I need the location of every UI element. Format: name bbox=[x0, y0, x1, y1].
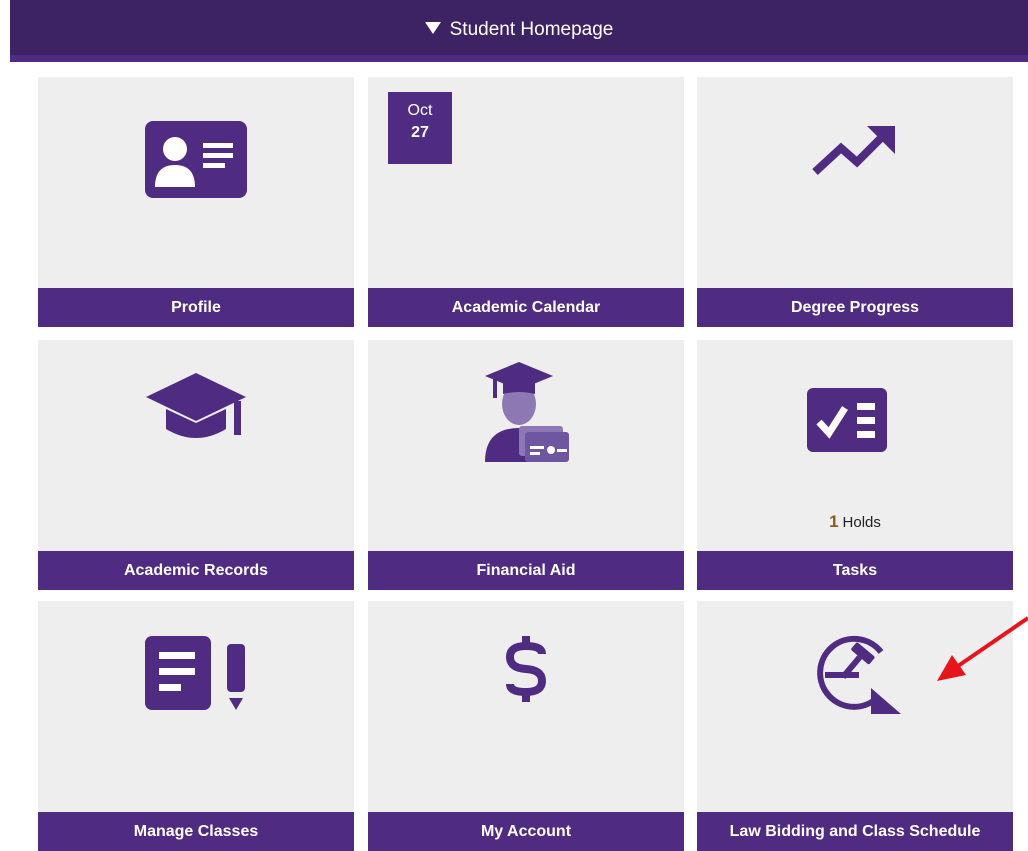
holds-text: Holds bbox=[842, 514, 881, 531]
tile-label: Degree Progress bbox=[697, 288, 1013, 327]
tile-label: Profile bbox=[38, 288, 354, 327]
graduate-with-cards-icon bbox=[485, 362, 569, 462]
calendar-day: 27 bbox=[411, 124, 429, 141]
tile-my-account[interactable]: My Account bbox=[368, 601, 684, 851]
dollar-sign-icon bbox=[505, 636, 547, 702]
tile-profile[interactable]: Profile bbox=[38, 77, 354, 327]
trend-up-arrow-icon bbox=[812, 126, 895, 175]
tile-label: Academic Calendar bbox=[368, 288, 684, 327]
tile-manage-classes[interactable]: Manage Classes bbox=[38, 601, 354, 851]
tile-label: My Account bbox=[368, 812, 684, 851]
calendar-icon: Oct 27 bbox=[388, 92, 452, 164]
holds-badge[interactable]: 1 Holds bbox=[697, 512, 1013, 532]
calendar-month: Oct bbox=[407, 102, 433, 119]
tile-degree-progress[interactable]: Degree Progress bbox=[697, 77, 1013, 327]
homepage-header: Student Homepage bbox=[10, 0, 1028, 62]
homepage-title: Student Homepage bbox=[449, 19, 614, 40]
document-pencil-icon bbox=[145, 636, 245, 710]
tile-label: Financial Aid bbox=[368, 551, 684, 590]
caret-down-icon bbox=[424, 22, 441, 34]
tile-label: Tasks bbox=[697, 551, 1013, 590]
tile-tasks[interactable]: 1 Holds Tasks bbox=[697, 340, 1013, 590]
gavel-cycle-icon bbox=[817, 635, 901, 714]
graduation-cap-icon bbox=[146, 373, 246, 438]
tile-law-bidding-class-schedule[interactable]: Law Bidding and Class Schedule bbox=[697, 601, 1013, 851]
tile-label: Law Bidding and Class Schedule bbox=[697, 812, 1013, 851]
tile-academic-calendar[interactable]: Oct 27 Academic Calendar bbox=[368, 77, 684, 327]
tile-financial-aid[interactable]: Financial Aid bbox=[368, 340, 684, 590]
holds-count: 1 bbox=[829, 512, 839, 531]
tile-label: Manage Classes bbox=[38, 812, 354, 851]
tile-academic-records[interactable]: Academic Records bbox=[38, 340, 354, 590]
tile-label: Academic Records bbox=[38, 551, 354, 590]
checklist-icon bbox=[807, 388, 887, 452]
header-divider bbox=[10, 55, 1028, 62]
profile-id-card-icon bbox=[145, 121, 247, 198]
homepage-selector[interactable]: Student Homepage bbox=[10, 19, 1028, 41]
